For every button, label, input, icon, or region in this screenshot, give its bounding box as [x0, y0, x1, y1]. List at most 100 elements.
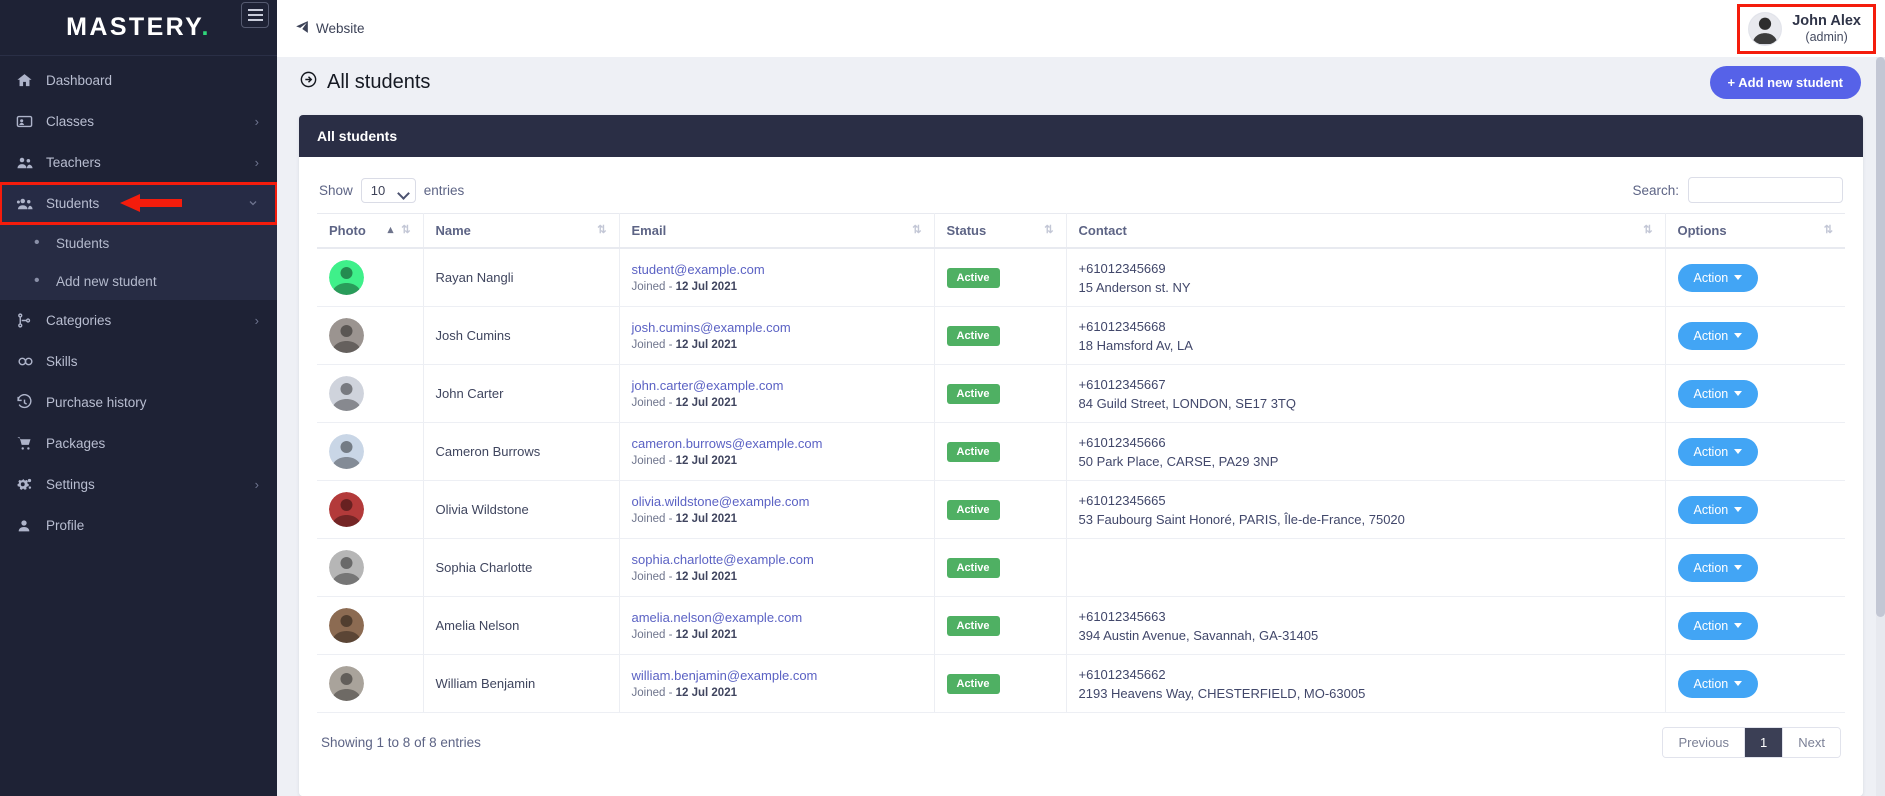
- cell-name: John Carter: [423, 364, 620, 423]
- sidebar-item-label: Skills: [46, 354, 78, 369]
- cell-status: Active: [934, 654, 1067, 713]
- cell-options: Action: [1665, 364, 1845, 423]
- action-button[interactable]: Action: [1677, 437, 1759, 466]
- sidebar-item-label: Classes: [46, 114, 95, 129]
- sidebar-item-profile[interactable]: Profile: [0, 505, 277, 546]
- sidebar-item-label: Teachers: [46, 155, 101, 170]
- sidebar-item-teachers[interactable]: Teachers ›: [0, 142, 277, 183]
- student-email[interactable]: sophia.charlotte@example.com: [632, 552, 922, 567]
- cell-name: William Benjamin: [423, 654, 620, 713]
- student-email[interactable]: cameron.burrows@example.com: [632, 436, 922, 451]
- student-avatar: [329, 492, 364, 527]
- action-button[interactable]: Action: [1677, 495, 1759, 524]
- card-title: All students: [299, 115, 1863, 157]
- column-header-contact[interactable]: Contact ⇅: [1066, 213, 1666, 249]
- table-body: Rayan Nangli student@example.com Joined …: [317, 248, 1845, 713]
- sidebar-item-classes[interactable]: Classes ›: [0, 101, 277, 142]
- avatar: [1748, 11, 1783, 46]
- pagination-next[interactable]: Next: [1783, 728, 1840, 757]
- cell-name: Olivia Wildstone: [423, 480, 620, 539]
- student-phone: +61012345668: [1078, 318, 1166, 334]
- column-header-options[interactable]: Options ⇅: [1665, 213, 1845, 249]
- cell-contact: +61012345666 50 Park Place, CARSE, PA29 …: [1066, 422, 1666, 481]
- column-header-email[interactable]: Email ⇅: [619, 213, 935, 249]
- student-email[interactable]: william.benjamin@example.com: [632, 668, 922, 683]
- cart-icon: [16, 435, 46, 452]
- page-length-select[interactable]: 10 25 50 100: [360, 177, 416, 203]
- table-row: Sophia Charlotte sophia.charlotte@exampl…: [317, 538, 1845, 597]
- column-label: Photo: [329, 223, 366, 238]
- table-header-row: Photo ▴ ⇅ Name ⇅ Email ⇅ Status ⇅ Contac…: [317, 213, 1845, 249]
- cell-name: Amelia Nelson: [423, 596, 620, 655]
- table-row: Rayan Nangli student@example.com Joined …: [317, 248, 1845, 307]
- pagination-previous[interactable]: Previous: [1663, 728, 1746, 757]
- add-new-student-button[interactable]: + Add new student: [1709, 65, 1861, 99]
- student-email[interactable]: josh.cumins@example.com: [632, 320, 922, 335]
- sidebar-item-categories[interactable]: Categories ›: [0, 300, 277, 341]
- student-phone: +61012345667: [1078, 376, 1166, 392]
- sidebar-item-skills[interactable]: Skills: [0, 341, 277, 382]
- action-button[interactable]: Action: [1677, 669, 1759, 698]
- action-button[interactable]: Action: [1677, 321, 1759, 350]
- sort-icon: ⇅: [912, 224, 922, 236]
- column-header-photo[interactable]: Photo ▴ ⇅: [317, 213, 424, 249]
- student-joined: Joined - 12 Jul 2021: [631, 571, 738, 583]
- cell-options: Action: [1665, 596, 1845, 655]
- cell-contact: +61012345668 18 Hamsford Av, LA: [1066, 306, 1666, 365]
- vertical-scrollbar[interactable]: [1876, 57, 1885, 796]
- sidebar-subitem-students[interactable]: • Students: [0, 224, 277, 262]
- sidebar-nav: Dashboard Classes › Teachers › Students …: [0, 56, 277, 546]
- cell-photo: [317, 654, 424, 713]
- page-header: All students + Add new student: [277, 57, 1885, 107]
- table-row: William Benjamin william.benjamin@exampl…: [317, 654, 1845, 713]
- sidebar-item-label: Packages: [46, 436, 106, 451]
- column-label: Status: [946, 223, 987, 238]
- cell-name: Rayan Nangli: [423, 248, 620, 307]
- cell-contact: +61012345662 2193 Heavens Way, CHESTERFI…: [1066, 654, 1666, 713]
- user-menu[interactable]: John Alex (admin): [1737, 3, 1876, 54]
- sidebar-subitem-add-new-student[interactable]: • Add new student: [0, 262, 277, 300]
- sidebar-item-students[interactable]: Students: [0, 182, 277, 225]
- cell-photo: [317, 538, 424, 597]
- sort-asc-icon: ▴: [387, 224, 394, 236]
- student-email[interactable]: student@example.com: [632, 262, 922, 277]
- sidebar-item-dashboard[interactable]: Dashboard: [0, 60, 277, 101]
- chevron-right-icon: ›: [254, 114, 259, 129]
- student-address: 53 Faubourg Saint Honoré, PARIS, Île-de-…: [1078, 511, 1405, 527]
- cell-options: Action: [1665, 248, 1845, 307]
- brand-logo[interactable]: MASTERY.: [66, 13, 211, 42]
- action-button[interactable]: Action: [1677, 263, 1759, 292]
- caret-down-icon: [1734, 565, 1743, 570]
- cell-status: Active: [934, 248, 1067, 307]
- student-avatar: [329, 550, 364, 585]
- cell-photo: [317, 480, 424, 539]
- search-input[interactable]: [1688, 177, 1843, 203]
- chevron-right-icon: ›: [254, 313, 259, 328]
- student-joined: Joined - 12 Jul 2021: [631, 629, 738, 641]
- action-button[interactable]: Action: [1677, 553, 1759, 582]
- student-email[interactable]: amelia.nelson@example.com: [632, 610, 922, 625]
- students-card: All students Show 10 25 50 100: [299, 115, 1863, 796]
- status-badge: Active: [946, 383, 1000, 404]
- cell-email: john.carter@example.com Joined - 12 Jul …: [619, 364, 935, 423]
- sidebar-item-packages[interactable]: Packages: [0, 423, 277, 464]
- sidebar-item-settings[interactable]: Settings ›: [0, 464, 277, 505]
- cell-email: student@example.com Joined - 12 Jul 2021: [619, 248, 935, 307]
- cell-name: Sophia Charlotte: [423, 538, 620, 597]
- action-button[interactable]: Action: [1677, 379, 1759, 408]
- student-address: 50 Park Place, CARSE, PA29 3NP: [1078, 453, 1279, 469]
- scrollbar-thumb[interactable]: [1876, 57, 1885, 617]
- student-email[interactable]: olivia.wildstone@example.com: [632, 494, 922, 509]
- column-header-name[interactable]: Name ⇅: [423, 213, 620, 249]
- skills-icon: [16, 352, 46, 371]
- hamburger-menu-icon[interactable]: [241, 2, 269, 28]
- chevron-right-icon: ›: [254, 155, 259, 170]
- sidebar-item-purchase-history[interactable]: Purchase history: [0, 382, 277, 423]
- action-button[interactable]: Action: [1677, 611, 1759, 640]
- column-header-status[interactable]: Status ⇅: [934, 213, 1067, 249]
- pagination-page-1[interactable]: 1: [1745, 728, 1784, 757]
- student-phone: +61012345662: [1078, 666, 1166, 682]
- student-email[interactable]: john.carter@example.com: [632, 378, 922, 393]
- cell-contact: +61012345667 84 Guild Street, LONDON, SE…: [1066, 364, 1666, 423]
- website-link[interactable]: Website: [295, 20, 365, 37]
